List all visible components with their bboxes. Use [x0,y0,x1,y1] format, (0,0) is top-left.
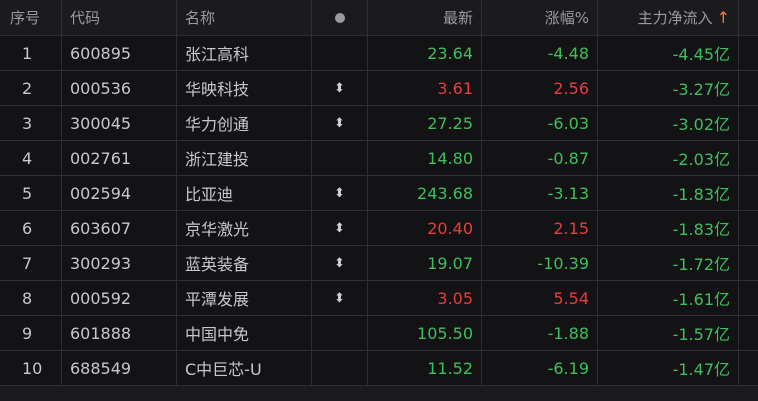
header-index[interactable]: 序号 [0,0,62,36]
stock-table: 序号 代码 名称 最新 涨幅% 主力净流入 ↑ 1 600895 张江高科 23… [0,0,758,401]
row-updown-marker: ⬍ [312,71,368,106]
row-name[interactable]: 平潭发展 [177,281,312,316]
row-index: 7 [0,246,62,281]
row-price: 11.52 [368,351,482,386]
row-price: 23.64 [368,36,482,71]
row-name[interactable]: 比亚迪 [177,176,312,211]
row-index: 6 [0,211,62,246]
up-down-arrow-icon: ⬍ [334,255,345,271]
row-price: 3.61 [368,71,482,106]
up-down-arrow-icon: ⬍ [334,80,345,96]
row-change-pct: -6.19 [482,351,598,386]
row-main-net-inflow: -3.02亿 [598,106,739,141]
row-code[interactable]: 000592 [62,281,177,316]
row-index: 1 [0,36,62,71]
row-name[interactable]: C中巨芯-U [177,351,312,386]
row-updown-marker: ⬍ [312,246,368,281]
row-change-pct: 2.56 [482,71,598,106]
row-index: 10 [0,351,62,386]
row-index: 4 [0,141,62,176]
row-change-pct: -3.13 [482,176,598,211]
row-change-pct: 5.54 [482,281,598,316]
row-updown-marker [312,351,368,386]
dot-icon [334,12,345,23]
row-gutter [739,246,758,281]
row-gutter [739,281,758,316]
row-code[interactable]: 601888 [62,316,177,351]
row-main-net-inflow: -2.03亿 [598,141,739,176]
row-index: 5 [0,176,62,211]
row-change-pct: -0.87 [482,141,598,176]
row-gutter [739,316,758,351]
row-price: 105.50 [368,316,482,351]
sort-ascending-icon[interactable]: ↑ [717,8,730,27]
row-code[interactable]: 002594 [62,176,177,211]
row-gutter [739,211,758,246]
row-gutter [739,106,758,141]
row-change-pct: -4.48 [482,36,598,71]
row-gutter [739,36,758,71]
row-updown-marker: ⬍ [312,281,368,316]
row-main-net-inflow: -1.57亿 [598,316,739,351]
row-change-pct: 2.15 [482,211,598,246]
row-name[interactable]: 华力创通 [177,106,312,141]
row-price: 243.68 [368,176,482,211]
row-price: 3.05 [368,281,482,316]
row-index: 2 [0,71,62,106]
row-gutter [739,351,758,386]
row-name[interactable]: 华映科技 [177,71,312,106]
row-updown-marker [312,316,368,351]
row-updown-marker: ⬍ [312,176,368,211]
header-main-net-inflow[interactable]: 主力净流入 ↑ [598,0,739,36]
row-gutter [739,71,758,106]
header-name[interactable]: 名称 [177,0,312,36]
row-gutter [739,176,758,211]
row-index: 9 [0,316,62,351]
row-change-pct: -1.88 [482,316,598,351]
row-name[interactable]: 张江高科 [177,36,312,71]
row-gutter [739,141,758,176]
row-code[interactable]: 688549 [62,351,177,386]
row-index: 3 [0,106,62,141]
row-updown-marker: ⬍ [312,106,368,141]
row-main-net-inflow: -1.83亿 [598,211,739,246]
header-dot[interactable] [312,0,368,36]
header-main-net-inflow-label: 主力净流入 [637,9,713,27]
row-change-pct: -10.39 [482,246,598,281]
up-down-arrow-icon: ⬍ [334,290,345,306]
up-down-arrow-icon: ⬍ [334,115,345,131]
row-main-net-inflow: -3.27亿 [598,71,739,106]
row-change-pct: -6.03 [482,106,598,141]
row-main-net-inflow: -1.47亿 [598,351,739,386]
row-price: 14.80 [368,141,482,176]
header-price[interactable]: 最新 [368,0,482,36]
row-name[interactable]: 浙江建投 [177,141,312,176]
row-name[interactable]: 蓝英装备 [177,246,312,281]
row-price: 20.40 [368,211,482,246]
row-code[interactable]: 603607 [62,211,177,246]
row-index: 8 [0,281,62,316]
row-code[interactable]: 600895 [62,36,177,71]
row-name[interactable]: 京华激光 [177,211,312,246]
up-down-arrow-icon: ⬍ [334,185,345,201]
row-code[interactable]: 000536 [62,71,177,106]
row-code[interactable]: 300045 [62,106,177,141]
row-main-net-inflow: -1.61亿 [598,281,739,316]
row-price: 27.25 [368,106,482,141]
row-code[interactable]: 300293 [62,246,177,281]
row-main-net-inflow: -4.45亿 [598,36,739,71]
row-updown-marker: ⬍ [312,211,368,246]
row-code[interactable]: 002761 [62,141,177,176]
header-code[interactable]: 代码 [62,0,177,36]
row-name[interactable]: 中国中免 [177,316,312,351]
row-main-net-inflow: -1.72亿 [598,246,739,281]
row-updown-marker [312,141,368,176]
row-main-net-inflow: -1.83亿 [598,176,739,211]
header-change-pct[interactable]: 涨幅% [482,0,598,36]
row-updown-marker [312,36,368,71]
up-down-arrow-icon: ⬍ [334,220,345,236]
header-gutter [739,0,758,36]
row-price: 19.07 [368,246,482,281]
